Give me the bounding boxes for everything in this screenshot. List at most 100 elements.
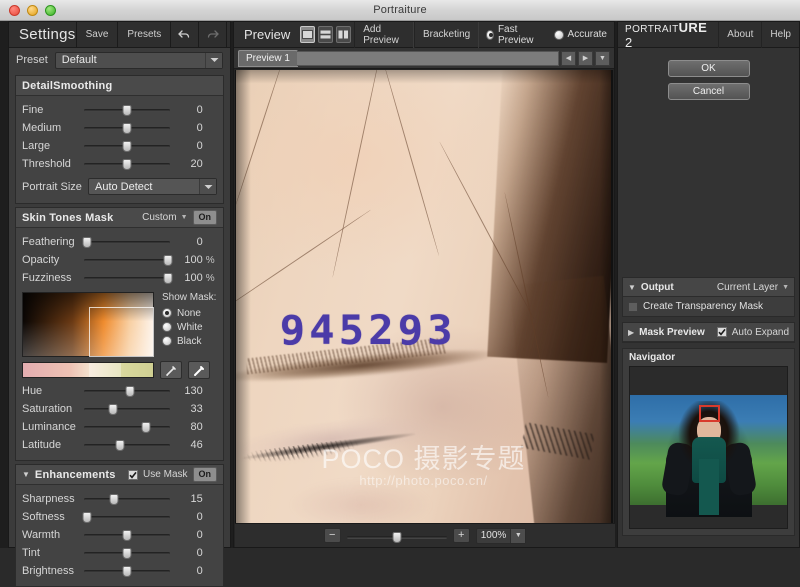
single-pane-icon[interactable] [300, 26, 316, 43]
mask-preview-disclosure-triangle-icon[interactable]: ▶ [628, 328, 634, 337]
horizontal-split-pane-icon[interactable] [318, 26, 334, 43]
navigator-thumbnail[interactable] [629, 366, 788, 529]
preview-photo[interactable]: 945293 POCO 摄影专题 http://photo.poco.cn/ [236, 70, 611, 525]
undo-arrow-icon[interactable] [170, 21, 198, 48]
slider-large[interactable]: Large 0 [22, 137, 217, 155]
output-disclosure-triangle-icon[interactable]: ▼ [628, 283, 636, 292]
enhancements-disclosure-triangle-icon[interactable]: ▼ [22, 470, 30, 479]
output-target-select[interactable]: Current Layer ▼ [717, 282, 789, 293]
slider-fuzziness[interactable]: Fuzziness 100 % [22, 269, 217, 287]
preview-title: Preview [244, 27, 291, 42]
brand-bold: URE [678, 19, 708, 35]
skin-tones-mask-toggle[interactable]: On [192, 210, 217, 225]
slider-feathering[interactable]: Feathering 0 [22, 233, 217, 251]
slider-warmth-track[interactable] [84, 526, 171, 544]
slider-large-track[interactable] [84, 137, 171, 155]
slider-tint[interactable]: Tint 0 [22, 544, 217, 562]
slider-threshold[interactable]: Threshold 20 [22, 155, 217, 173]
detail-smoothing-header[interactable]: DetailSmoothing [16, 76, 223, 96]
slider-fuzziness-track[interactable] [84, 269, 173, 287]
enhancements-header[interactable]: ▼ Enhancements Use Mask On [16, 465, 223, 485]
slider-opacity-value: 100 [184, 254, 203, 266]
portrait-size-value: Auto Detect [95, 180, 153, 193]
radio-fast-preview-icon[interactable] [486, 29, 494, 40]
slider-fine-track[interactable] [84, 101, 171, 119]
slider-luminance[interactable]: Luminance 80 [22, 418, 217, 436]
output-header[interactable]: ▼ Output Current Layer ▼ [623, 278, 794, 297]
eyedropper-add-icon[interactable] [160, 361, 182, 379]
slider-opacity[interactable]: Opacity 100 % [22, 251, 217, 269]
radio-none-icon[interactable] [162, 308, 172, 318]
auto-expand-checkbox[interactable] [716, 327, 727, 337]
portrait-size-select[interactable]: Auto Detect [88, 178, 217, 195]
slider-luminance-track[interactable] [84, 418, 171, 436]
show-mask-white-label: White [177, 321, 203, 333]
slider-saturation[interactable]: Saturation 33 [22, 400, 217, 418]
slider-feathering-track[interactable] [82, 233, 171, 251]
show-mask-option-white[interactable]: White [162, 320, 217, 334]
enhancements-toggle[interactable]: On [192, 467, 217, 482]
slider-threshold-track[interactable] [84, 155, 171, 173]
slider-saturation-track[interactable] [84, 400, 171, 418]
mask-preview-header[interactable]: ▶ Mask Preview Auto Expand [623, 323, 794, 342]
save-button[interactable]: Save [75, 21, 118, 48]
slider-softness-track[interactable] [82, 508, 171, 526]
zoom-level-field[interactable]: 100% ▼ [475, 527, 527, 544]
action-buttons: OK Cancel [618, 48, 799, 100]
zoom-in-button[interactable]: + [452, 528, 470, 543]
show-mask-option-black[interactable]: Black [162, 334, 217, 348]
slider-tint-track[interactable] [84, 544, 171, 562]
skin-tone-gradient-picker[interactable] [22, 292, 154, 357]
eyedropper-subtract-icon[interactable] [188, 361, 210, 379]
preview-tab-1[interactable]: Preview 1 [238, 49, 298, 67]
skin-tone-selection-rect[interactable] [89, 307, 154, 357]
skin-tone-swatch-bar[interactable] [22, 362, 154, 378]
radio-white-icon[interactable] [162, 322, 172, 332]
presets-button[interactable]: Presets [117, 21, 170, 48]
slider-hue-track[interactable] [84, 382, 171, 400]
slider-brightness-track[interactable] [84, 562, 171, 580]
zoom-out-button[interactable]: − [323, 528, 341, 543]
portrait-size-chevron-down-icon[interactable] [199, 179, 216, 194]
slider-brightness[interactable]: Brightness 0 [22, 562, 217, 580]
preview-tab-chevron-down-icon[interactable]: ▼ [595, 50, 610, 66]
plugin-body: Settings Save Presets Preset Default Det… [0, 19, 800, 587]
bracketing-button[interactable]: Bracketing [413, 21, 480, 48]
help-button[interactable]: Help [761, 21, 799, 48]
quality-accurate-option[interactable]: Accurate [547, 29, 614, 40]
transparency-mask-row[interactable]: Create Transparency Mask [623, 297, 794, 316]
preset-select[interactable]: Default [54, 51, 223, 69]
slider-fine[interactable]: Fine 0 [22, 101, 217, 119]
redo-arrow-icon[interactable] [198, 21, 226, 48]
show-mask-option-none[interactable]: None [162, 306, 217, 320]
navigator-viewport-rect[interactable] [698, 405, 720, 422]
slider-hue[interactable]: Hue 130 [22, 382, 217, 400]
preview-canvas[interactable]: 945293 POCO 摄影专题 http://photo.poco.cn/ [235, 70, 613, 525]
skin-tones-mask-header[interactable]: Skin Tones Mask Custom ▼ On [16, 208, 223, 228]
slider-sharpness-track[interactable] [84, 490, 171, 508]
slider-warmth[interactable]: Warmth 0 [22, 526, 217, 544]
preview-chevron-left-icon[interactable]: ◀ [561, 50, 576, 66]
slider-medium[interactable]: Medium 0 [22, 119, 217, 137]
skin-tones-mode-select[interactable]: Custom ▼ [142, 212, 187, 223]
quality-fast-preview-option[interactable]: Fast Preview [479, 24, 546, 46]
slider-medium-track[interactable] [84, 119, 171, 137]
preset-chevron-down-icon[interactable] [205, 52, 222, 68]
vertical-split-pane-icon[interactable] [336, 26, 352, 43]
preview-chevron-right-icon[interactable]: ▶ [578, 50, 593, 66]
slider-opacity-track[interactable] [84, 251, 173, 269]
radio-black-icon[interactable] [162, 336, 172, 346]
use-mask-checkbox[interactable] [128, 469, 139, 480]
cancel-button[interactable]: Cancel [667, 83, 750, 100]
radio-accurate-icon[interactable] [553, 29, 564, 40]
slider-sharpness[interactable]: Sharpness 15 [22, 490, 217, 508]
zoom-slider[interactable] [346, 528, 447, 544]
add-preview-button[interactable]: Add Preview [354, 21, 414, 48]
ok-button[interactable]: OK [667, 60, 750, 77]
slider-softness[interactable]: Softness 0 [22, 508, 217, 526]
slider-latitude[interactable]: Latitude 46 [22, 436, 217, 454]
transparency-mask-checkbox[interactable] [628, 301, 638, 312]
about-button[interactable]: About [718, 21, 761, 48]
zoom-chevron-down-icon[interactable]: ▼ [510, 528, 526, 543]
slider-latitude-track[interactable] [84, 436, 171, 454]
